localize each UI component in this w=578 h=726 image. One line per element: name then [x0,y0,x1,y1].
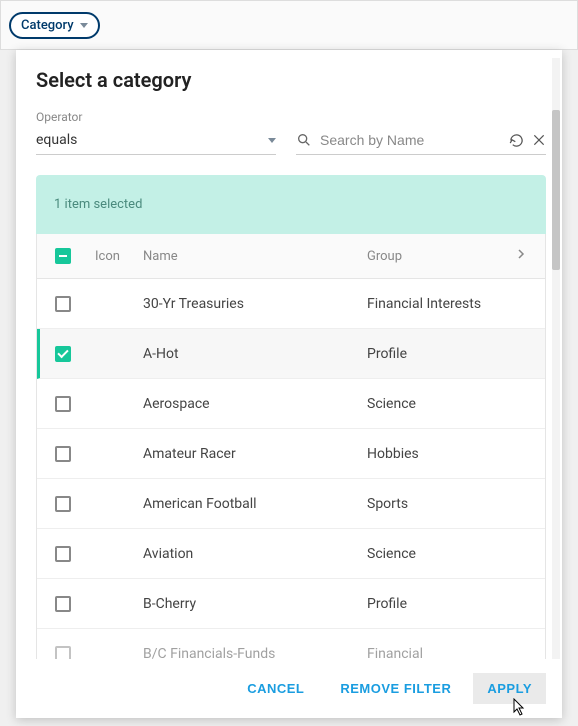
chevron-right-icon[interactable] [515,248,527,264]
apply-button[interactable]: Apply [473,673,546,704]
modal-footer: Cancel Remove Filter Apply [16,659,562,718]
row-checkbox[interactable] [55,296,71,312]
table-row[interactable]: 30-Yr TreasuriesFinancial Interests [37,279,545,329]
category-modal: Select a category Operator equals [16,50,562,718]
chevron-down-icon [268,138,276,143]
row-name: B/C Financials-Funds [143,646,367,660]
row-name: A-Hot [143,346,367,362]
search-icon [296,132,312,148]
row-group: Financial [367,646,507,660]
row-name: American Football [143,496,367,512]
row-group: Science [367,546,507,562]
row-group: Profile [367,346,507,362]
row-checkbox[interactable] [55,346,71,362]
row-group: Sports [367,496,507,512]
column-group[interactable]: Group [367,249,507,264]
row-name: Aviation [143,546,367,562]
header-checkbox[interactable] [55,248,71,264]
table-row[interactable]: American FootballSports [37,479,545,529]
table-row[interactable]: AviationScience [37,529,545,579]
category-chip[interactable]: Category [9,12,100,39]
table-row[interactable]: Amateur RacerHobbies [37,429,545,479]
controls-row: Operator equals [36,110,546,155]
chip-label: Category [21,18,74,33]
table-header: Icon Name Group [37,234,545,279]
search-field[interactable] [296,128,546,155]
remove-filter-button[interactable]: Remove Filter [326,673,465,704]
operator-value: equals [36,132,77,148]
table-row[interactable]: B/C Financials-FundsFinancial [37,629,545,659]
modal-title: Select a category [36,68,546,92]
row-group: Science [367,396,507,412]
chevron-down-icon [80,23,88,28]
table-row[interactable]: AerospaceScience [37,379,545,429]
refresh-icon[interactable] [509,133,524,148]
row-group: Financial Interests [367,296,507,312]
row-checkbox[interactable] [55,446,71,462]
search-input[interactable] [320,132,501,148]
filter-bar: Category [0,0,578,50]
row-name: Amateur Racer [143,446,367,462]
column-name[interactable]: Name [143,249,367,264]
row-checkbox[interactable] [55,546,71,562]
row-group: Hobbies [367,446,507,462]
category-table: Icon Name Group 30-Yr TreasuriesFinancia… [36,234,546,659]
operator-field[interactable]: Operator equals [36,110,276,155]
operator-label: Operator [36,110,276,124]
table-row[interactable]: A-HotProfile [37,329,545,379]
row-name: B-Cherry [143,596,367,612]
row-checkbox[interactable] [55,496,71,512]
row-checkbox[interactable] [55,396,71,412]
row-checkbox[interactable] [55,596,71,612]
row-checkbox[interactable] [55,646,71,660]
column-icon[interactable]: Icon [95,249,143,264]
selection-banner: 1 item selected [36,175,546,234]
row-name: 30-Yr Treasuries [143,296,367,312]
table-row[interactable]: B-CherryProfile [37,579,545,629]
row-name: Aerospace [143,396,367,412]
close-icon[interactable] [532,133,546,147]
scrollbar-thumb[interactable] [552,110,560,270]
row-group: Profile [367,596,507,612]
cancel-button[interactable]: Cancel [233,673,318,704]
